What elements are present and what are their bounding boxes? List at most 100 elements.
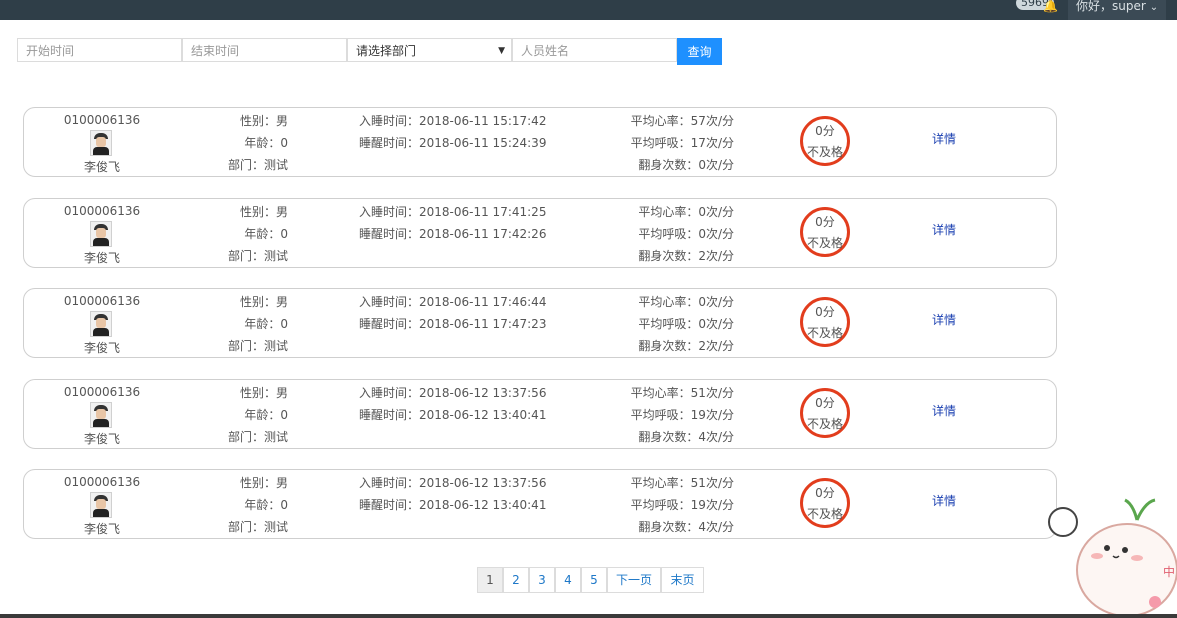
score-ring: 0分 不及格 bbox=[800, 297, 850, 347]
device-id: 0100006136 bbox=[63, 113, 141, 127]
score-value: 0分 bbox=[815, 486, 835, 500]
user-menu[interactable]: 你好，super ⌄ bbox=[1068, 0, 1167, 20]
dropdown-caret-icon: ▼ bbox=[498, 46, 505, 56]
avatar bbox=[90, 130, 112, 156]
sleep-time-text: 入睡时间：2018-06-12 13:37:56 bbox=[359, 476, 547, 490]
mascot-eye-right bbox=[1122, 547, 1128, 553]
sleep-times: 入睡时间：2018-06-12 13:37:56 睡醒时间：2018-06-12 … bbox=[359, 382, 546, 426]
detail-link[interactable]: 详情 bbox=[932, 402, 956, 419]
wake-time-text: 睡醒时间：2018-06-11 17:47:23 bbox=[359, 317, 547, 331]
page-2[interactable]: 2 bbox=[503, 567, 529, 593]
user-greeting: 你好，super bbox=[1076, 0, 1146, 13]
page-4[interactable]: 4 bbox=[555, 567, 581, 593]
department-text: 部门：测试 bbox=[227, 430, 288, 444]
bottom-bar bbox=[0, 614, 1177, 618]
avatar bbox=[90, 311, 112, 337]
page-5[interactable]: 5 bbox=[581, 567, 607, 593]
mascot-cheek-right bbox=[1131, 555, 1143, 561]
mascot-eye-left bbox=[1104, 545, 1110, 551]
person-name: 李俊飞 bbox=[83, 341, 120, 355]
sleep-times: 入睡时间：2018-06-11 15:17:42 睡醒时间：2018-06-11 … bbox=[359, 110, 546, 154]
person-name: 李俊飞 bbox=[83, 432, 120, 446]
department-text: 部门：测试 bbox=[227, 249, 288, 263]
page-3[interactable]: 3 bbox=[529, 567, 555, 593]
age-text: 年龄：0 bbox=[244, 317, 288, 331]
mascot-sprout bbox=[1124, 498, 1156, 521]
top-navbar: 5969 🔔 你好，super ⌄ bbox=[0, 0, 1177, 20]
next-page-button[interactable]: 下一页 bbox=[607, 567, 661, 593]
breath-rate-text: 平均呼吸：17次/分 bbox=[630, 136, 734, 150]
heart-rate-text: 平均心率：0次/分 bbox=[638, 205, 734, 219]
record-card: 0100006136 李俊飞 性别：男年龄：0 部门：测试 入睡时间：2018-06-1… bbox=[23, 107, 1057, 177]
sleep-times: 入睡时间：2018-06-11 17:46:44 睡醒时间：2018-06-11 … bbox=[359, 291, 546, 335]
grade-text: 不及格 bbox=[806, 236, 843, 250]
detail-link[interactable]: 详情 bbox=[932, 492, 956, 509]
wake-time-text: 睡醒时间：2018-06-12 13:40:41 bbox=[359, 498, 547, 512]
person-name: 李俊飞 bbox=[83, 160, 120, 174]
department-select-value: 请选择部门 bbox=[356, 44, 417, 58]
vital-stats: 平均心率：0次/分 平均呼吸：0次/分 翻身次数：2次/分 bbox=[594, 201, 734, 267]
query-button[interactable]: 查询 bbox=[677, 38, 722, 65]
detail-link[interactable]: 详情 bbox=[932, 311, 956, 328]
mascot-body bbox=[1076, 523, 1177, 617]
vital-stats: 平均心率：57次/分 平均呼吸：17次/分 翻身次数：0次/分 bbox=[594, 110, 734, 176]
avatar bbox=[90, 221, 112, 247]
record-card: 0100006136 李俊飞 性别：男 年龄：0 部门：测试 入睡时间：2018-06-1… bbox=[23, 469, 1057, 539]
turn-count-text: 翻身次数：2次/分 bbox=[638, 249, 734, 263]
gender-text: 性别：男 bbox=[239, 205, 288, 219]
age-text: 年龄：0 bbox=[244, 136, 288, 150]
grade-text: 不及格 bbox=[806, 145, 843, 159]
breath-rate-text: 平均呼吸：0次/分 bbox=[638, 317, 734, 331]
sleep-time-text: 入睡时间：2018-06-12 13:37:56 bbox=[359, 386, 547, 400]
avatar bbox=[90, 402, 112, 428]
age-text: 年龄：0 bbox=[244, 227, 288, 241]
heart-rate-text: 平均心率：0次/分 bbox=[638, 295, 734, 309]
record-card: 0100006136 李俊飞 性别：男 年龄：0 部门：测试 入睡时间：2018-06-1… bbox=[23, 288, 1057, 358]
start-time-input[interactable]: 开始时间 bbox=[17, 38, 182, 62]
detail-link[interactable]: 详情 bbox=[932, 221, 956, 238]
record-card: 0100006136 李俊飞 性别：男年龄：0 部门：测试 入睡时间：2018-06-1… bbox=[23, 198, 1057, 268]
vital-stats: 平均心率：51次/分 平均呼吸：19次/分 翻身次数：4次/分 bbox=[594, 472, 734, 538]
speech-bubble-icon bbox=[1048, 507, 1078, 537]
gender-text: 性别：男 bbox=[239, 476, 288, 490]
score-value: 0分 bbox=[815, 396, 835, 410]
turn-count-text: 翻身次数：4次/分 bbox=[638, 430, 734, 444]
page-1[interactable]: 1 bbox=[477, 567, 503, 593]
department-text: 部门：测试 bbox=[227, 520, 288, 534]
end-time-input[interactable]: 结束时间 bbox=[182, 38, 347, 62]
chevron-down-icon: ⌄ bbox=[1149, 2, 1159, 13]
person-name-input[interactable]: 人员姓名 bbox=[512, 38, 677, 62]
age-text: 年龄：0 bbox=[244, 408, 288, 422]
department-select[interactable]: 请选择部门 ▼ bbox=[347, 38, 512, 62]
heart-rate-text: 平均心率：51次/分 bbox=[630, 476, 734, 490]
person-name: 李俊飞 bbox=[83, 251, 120, 265]
device-id: 0100006136 bbox=[63, 204, 141, 218]
profile-info: 性别：男 年龄：0 部门：测试 bbox=[204, 291, 288, 357]
score-value: 0分 bbox=[815, 215, 835, 229]
breath-rate-text: 平均呼吸：19次/分 bbox=[630, 408, 734, 422]
vital-stats: 平均心率：51次/分 平均呼吸：19次/分 翻身次数：4次/分 bbox=[594, 382, 734, 448]
score-value: 0分 bbox=[815, 305, 835, 319]
sleep-time-text: 入睡时间：2018-06-11 17:41:25 bbox=[359, 205, 547, 219]
gender-text: 性别：男 bbox=[239, 114, 288, 128]
device-id: 0100006136 bbox=[63, 294, 141, 308]
sleep-times: 入睡时间：2018-06-11 17:41:25 睡醒时间：2018-06-11 … bbox=[359, 201, 546, 245]
wake-time-text: 睡醒时间：2018-06-12 13:40:41 bbox=[359, 408, 547, 422]
grade-text: 不及格 bbox=[806, 417, 843, 431]
turn-count-text: 翻身次数：2次/分 bbox=[638, 339, 734, 353]
bell-icon[interactable]: 🔔 bbox=[1043, 0, 1058, 12]
avatar bbox=[90, 492, 112, 518]
score-ring: 0分不及格 bbox=[800, 388, 850, 438]
wake-time-text: 睡醒时间：2018-06-11 15:24:39 bbox=[359, 136, 547, 150]
last-page-button[interactable]: 末页 bbox=[661, 567, 704, 593]
wake-time-text: 睡醒时间：2018-06-11 17:42:26 bbox=[359, 227, 547, 241]
device-id: 0100006136 bbox=[63, 385, 141, 399]
mascot-widget[interactable]: 中 bbox=[1045, 490, 1177, 618]
age-text: 年龄：0 bbox=[244, 498, 288, 512]
department-text: 部门：测试 bbox=[227, 158, 288, 172]
detail-link[interactable]: 详情 bbox=[932, 130, 956, 147]
gender-text: 性别：男 bbox=[239, 295, 288, 309]
heart-rate-text: 平均心率：57次/分 bbox=[630, 114, 734, 128]
mascot-cheek-left bbox=[1091, 553, 1103, 559]
breath-rate-text: 平均呼吸：0次/分 bbox=[638, 227, 734, 241]
